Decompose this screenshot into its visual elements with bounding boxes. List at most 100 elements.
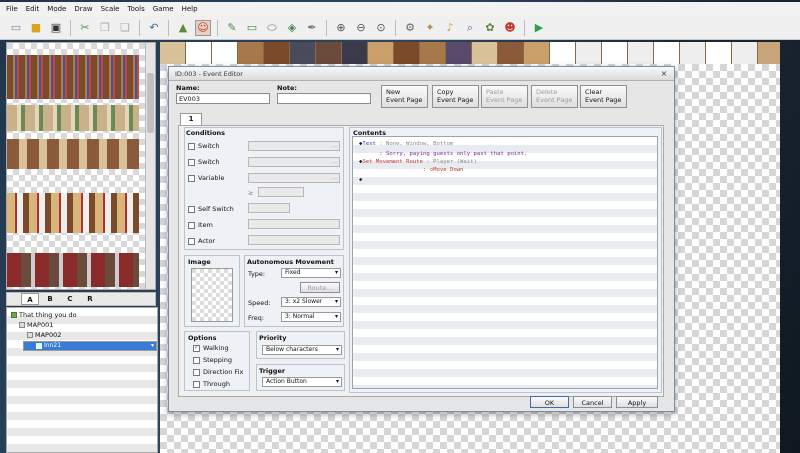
close-icon[interactable]: × [658,69,670,79]
switch2-field[interactable]: ... [248,157,340,167]
ellipse-icon[interactable]: ⬭ [264,20,280,36]
map-tile [706,42,732,64]
undo-icon[interactable]: ↶ [146,20,162,36]
through-label: Through [203,380,230,388]
copy-icon[interactable]: ❐ [97,20,113,36]
map-tile [316,42,342,64]
item-checkbox[interactable] [188,222,195,229]
menu-mode[interactable]: Mode [47,5,66,13]
command-line[interactable]: ◆ [359,176,362,184]
new-project-icon[interactable]: ▭ [8,20,24,36]
cancel-button[interactable]: Cancel [573,396,612,408]
command-line[interactable]: ◆Text : None, Window, Bottom [359,140,453,148]
palette-scrollbar[interactable] [145,43,155,289]
through-checkbox[interactable] [193,381,200,388]
item-select[interactable] [248,219,340,229]
speed-select[interactable]: 3: x2 Slower [281,297,341,307]
new-event-page-button[interactable]: New Event Page [381,85,428,108]
event-image-preview[interactable] [191,268,233,322]
command-line[interactable]: : ◇Move Down [359,166,463,174]
tree-map-001[interactable]: MAP001 [19,321,53,330]
variable-field[interactable]: ... [248,173,340,183]
name-label: Name: [176,84,200,92]
fill-icon[interactable]: ◈ [284,20,300,36]
toolbar-divider [139,19,140,36]
paste-event-page-button[interactable]: Paste Event Page [481,85,528,108]
menu-draw[interactable]: Draw [74,5,92,13]
tab-tileset-c[interactable]: C [61,293,79,305]
map-tree[interactable]: That thing you do MAP001 MAP002 Inn21 [6,307,158,453]
cut-icon[interactable]: ✂ [77,20,93,36]
stepping-checkbox[interactable] [193,357,200,364]
tile-palette[interactable] [6,42,156,290]
tree-map-inn21[interactable]: Inn21 [23,341,157,351]
rectangle-icon[interactable]: ▭ [244,20,260,36]
self-switch-checkbox[interactable] [188,206,195,213]
open-folder-icon[interactable]: ■ [28,20,44,36]
self-switch-select[interactable] [248,203,290,213]
menu-tools[interactable]: Tools [128,5,145,13]
event-page-tab-1[interactable]: 1 [180,113,202,125]
map-tile [290,42,316,64]
zoom-out-icon[interactable]: ⊖ [353,20,369,36]
walking-checkbox[interactable] [193,343,200,352]
zoom-in-icon[interactable]: ⊕ [333,20,349,36]
ok-button[interactable]: OK [530,396,569,408]
copy-event-page-button[interactable]: Copy Event Page [432,85,479,108]
variable-checkbox[interactable] [188,175,195,182]
paste-icon[interactable]: ❏ [117,20,133,36]
command-line[interactable]: ◆Set Movement Route : Player (Wait) [359,158,477,166]
tab-tileset-b[interactable]: B [41,293,59,305]
command-line[interactable]: : Sorry, paying guests only past that po… [359,150,527,158]
variable-value-field[interactable] [258,187,304,197]
map-tile [472,42,498,64]
character-generator-icon[interactable]: ☻ [502,20,518,36]
freq-select[interactable]: 3: Normal [281,312,341,322]
tileset-pots [7,105,139,131]
event-mode-icon[interactable]: ☺ [195,19,211,36]
zoom-actual-icon[interactable]: ⊙ [373,20,389,36]
movement-type-select[interactable]: Fixed [281,268,341,278]
menu-scale[interactable]: Scale [101,5,120,13]
shadow-pen-icon[interactable]: ✒ [304,20,320,36]
clear-event-page-button[interactable]: Clear Event Page [580,85,627,108]
trigger-select[interactable]: Action Button [262,377,342,387]
menu-edit[interactable]: Edit [26,5,40,13]
tree-item-label: MAP001 [27,321,54,329]
map-mode-icon[interactable]: ▲ [175,20,191,36]
event-commands-list[interactable]: ◆Text : None, Window, Bottom : Sorry, pa… [352,136,658,389]
tab-tileset-r[interactable]: R [81,293,99,305]
actor-select[interactable] [248,235,340,245]
actor-checkbox[interactable] [188,238,195,245]
save-icon[interactable]: ▣ [48,20,64,36]
pencil-icon[interactable]: ✎ [224,20,240,36]
note-field[interactable] [277,93,371,104]
menu-game[interactable]: Game [153,5,174,13]
map-tile [160,42,186,64]
palette-scroll-thumb[interactable] [147,73,154,133]
plugin-icon[interactable]: ✦ [422,20,438,36]
switch1-checkbox[interactable] [188,143,195,150]
tab-tileset-a[interactable]: A [21,293,39,305]
route-button[interactable]: Route... [300,282,340,293]
event-search-icon[interactable]: ⌕ [462,20,478,36]
delete-event-page-button[interactable]: Delete Event Page [531,85,578,108]
sound-test-icon[interactable]: ♪ [442,20,458,36]
priority-select[interactable]: Below characters [262,345,342,355]
tree-project-root[interactable]: That thing you do [11,311,77,320]
apply-button[interactable]: Apply [616,396,658,408]
playtest-icon[interactable]: ▶ [531,20,547,36]
menu-file[interactable]: File [6,5,18,13]
map-tile [550,42,576,64]
menu-help[interactable]: Help [182,5,198,13]
resource-manager-icon[interactable]: ✿ [482,20,498,36]
speed-label: Speed: [248,299,271,307]
tree-item-label: MAP002 [35,331,62,339]
direction-fix-checkbox[interactable] [193,369,200,376]
switch1-field[interactable]: ... [248,141,340,151]
switch2-checkbox[interactable] [188,159,195,166]
name-field[interactable]: EV003 [176,93,270,104]
tree-map-002[interactable]: MAP002 [27,331,61,340]
map-wall-strip [160,42,780,64]
database-icon[interactable]: ⚙ [402,20,418,36]
